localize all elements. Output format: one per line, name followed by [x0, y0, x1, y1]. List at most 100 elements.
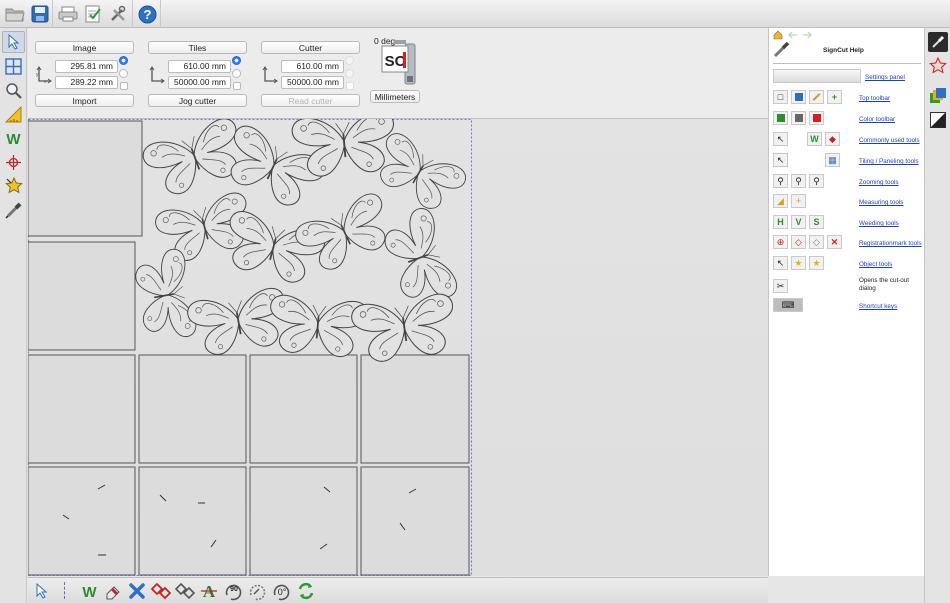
cutter-y-field[interactable]: 50000.00 mm — [281, 76, 344, 89]
design-canvas[interactable] — [27, 109, 768, 576]
contrast-icon[interactable] — [928, 110, 948, 130]
help-icon[interactable]: ? — [135, 2, 159, 26]
rotate-zero-icon[interactable]: 0° — [270, 580, 292, 602]
select-arrow-icon[interactable] — [2, 31, 25, 53]
cutter-radio-2[interactable] — [345, 69, 354, 78]
weed-s-icon: S — [809, 215, 824, 229]
help-divider — [773, 63, 921, 64]
help-row-color-toolbar[interactable]: Color toolbar — [773, 111, 923, 129]
image-radio-2[interactable] — [119, 69, 128, 78]
help-link-measuring[interactable]: Measuring tools — [859, 199, 903, 206]
image-x-field[interactable]: 295.81 mm — [55, 60, 118, 73]
help-link-registration[interactable]: Registrationmark tools — [859, 240, 922, 247]
select-arrow-icon: ↖ — [773, 132, 788, 146]
weed-w-icon: W — [807, 132, 822, 146]
help-row-measuring[interactable]: ◢ + Measuring tools — [773, 194, 923, 212]
zoom-icon[interactable] — [2, 79, 25, 101]
star-icon: ★ — [791, 256, 806, 270]
tiles-grid-icon[interactable] — [2, 55, 25, 77]
cutter-knife-icon[interactable] — [2, 199, 25, 221]
help-row-shortcuts[interactable]: ⌨ Shortcut keys — [773, 298, 923, 316]
effects-star-icon[interactable] — [928, 56, 948, 76]
tile-bottom-3 — [249, 466, 358, 576]
svg-text:W: W — [82, 584, 97, 599]
tile-rect — [27, 120, 143, 237]
image-title-button[interactable]: Image — [35, 41, 134, 54]
save-icon[interactable] — [28, 2, 52, 26]
text-a-icon[interactable]: A — [198, 580, 220, 602]
help-row-registration[interactable]: ⊕ ◇ ◇ ✕ Registrationmark tools — [773, 235, 923, 253]
refresh-green-icon[interactable] — [295, 580, 317, 602]
tiles-title-button[interactable]: Tiles — [148, 41, 247, 54]
open-folder-icon[interactable] — [3, 2, 27, 26]
diamond-icon: ◇ — [791, 235, 806, 249]
help-row-tiling[interactable]: ↖ ▦ Tiling / Paneling tools — [773, 153, 923, 171]
help-panel: SignCut Help Settings panel □ + Top tool… — [768, 28, 924, 576]
tiles-radio-2[interactable] — [232, 69, 241, 78]
rotate-free-icon[interactable] — [246, 580, 268, 602]
logo-text: SC — [385, 53, 406, 70]
left-toolbar: W — [0, 28, 27, 603]
checklist-icon[interactable] — [81, 2, 105, 26]
tiles-x-field[interactable]: 610.00 mm — [168, 60, 231, 73]
help-row-weeding[interactable]: H V S Weeding tools — [773, 215, 923, 233]
help-link-common-tools[interactable]: Commonly used tools — [859, 137, 920, 144]
canvas-drawing — [27, 109, 472, 576]
help-nav — [773, 30, 823, 40]
eraser-icon: ◆ — [825, 132, 840, 146]
star-object-icon[interactable] — [2, 175, 25, 197]
registration-mark-icon[interactable] — [2, 151, 25, 173]
layers-icon[interactable] — [928, 86, 948, 106]
keyboard-icon: ⌨ — [773, 298, 803, 312]
cutter-checkbox[interactable] — [346, 82, 354, 90]
help-tool-icon[interactable] — [928, 32, 948, 52]
tiles-radio-1[interactable] — [232, 56, 241, 65]
rotate-90-icon[interactable]: 90 — [222, 580, 244, 602]
help-row-top-toolbar[interactable]: □ + Top toolbar — [773, 90, 923, 108]
help-link-color-toolbar[interactable]: Color toolbar — [859, 116, 895, 123]
help-link-shortcuts[interactable]: Shortcut keys — [859, 303, 897, 310]
cutter-radio-1[interactable] — [345, 56, 354, 65]
help-row-settings[interactable]: Settings panel — [773, 69, 923, 87]
folder-icon: □ — [773, 90, 788, 104]
help-link-object[interactable]: Object tools — [859, 261, 892, 268]
help-link-settings[interactable]: Settings panel — [865, 74, 905, 81]
units-button[interactable]: Millimeters — [370, 90, 420, 103]
weed-w-icon[interactable]: W — [2, 127, 25, 149]
select-arrow-icon: ↖ — [773, 153, 788, 167]
tools-icon[interactable] — [106, 2, 130, 26]
diamond-link-gray-icon[interactable] — [174, 580, 196, 602]
tiles-y-field[interactable]: 50000.00 mm — [168, 76, 231, 89]
help-row-zooming[interactable]: ⚲ ⚲ ⚲ Zooming tools — [773, 174, 923, 192]
help-link-tiling[interactable]: Tiling / Paneling tools — [859, 158, 919, 165]
cutter-x-field[interactable]: 610.00 mm — [281, 60, 344, 73]
weed-v-icon: V — [791, 215, 806, 229]
signcut-logo[interactable]: SC — [380, 40, 420, 88]
tiles-checkbox[interactable] — [233, 82, 241, 90]
import-button[interactable]: Import — [35, 94, 134, 107]
weed-w-icon[interactable]: W — [78, 580, 100, 602]
help-link-weeding[interactable]: Weeding tools — [859, 220, 899, 227]
help-link-top-toolbar[interactable]: Top toolbar — [859, 95, 890, 102]
read-cutter-button[interactable]: Read cutter — [261, 94, 360, 107]
print-icon[interactable] — [56, 2, 80, 26]
measure-icon[interactable] — [2, 103, 25, 125]
eraser-icon[interactable] — [101, 580, 123, 602]
image-checkbox[interactable] — [120, 82, 128, 90]
image-radio-1[interactable] — [119, 56, 128, 65]
help-row-common-tools[interactable]: ↖ W ◆ Commonly used tools — [773, 132, 923, 150]
cutter-title-button[interactable]: Cutter — [261, 41, 360, 54]
jog-cutter-button[interactable]: Jog cutter — [148, 94, 247, 107]
help-text-cutout: Opens the cut-out dialog — [859, 277, 910, 292]
measure-plus-icon: + — [791, 194, 806, 208]
delete-x-icon[interactable] — [126, 580, 148, 602]
save-icon — [791, 90, 806, 104]
tile-rect — [27, 354, 136, 464]
help-row-object[interactable]: ↖ ★ ★ Object tools — [773, 256, 923, 274]
help-link-zooming[interactable]: Zooming tools — [859, 179, 899, 186]
image-y-field[interactable]: 289.22 mm — [55, 76, 118, 89]
diamond-link-red-icon[interactable] — [150, 580, 172, 602]
delete-x-icon: ✕ — [827, 235, 842, 249]
select-arrow-icon[interactable] — [31, 580, 53, 602]
help-row-cutout[interactable]: ✂ Opens the cut-out dialog — [773, 277, 923, 299]
